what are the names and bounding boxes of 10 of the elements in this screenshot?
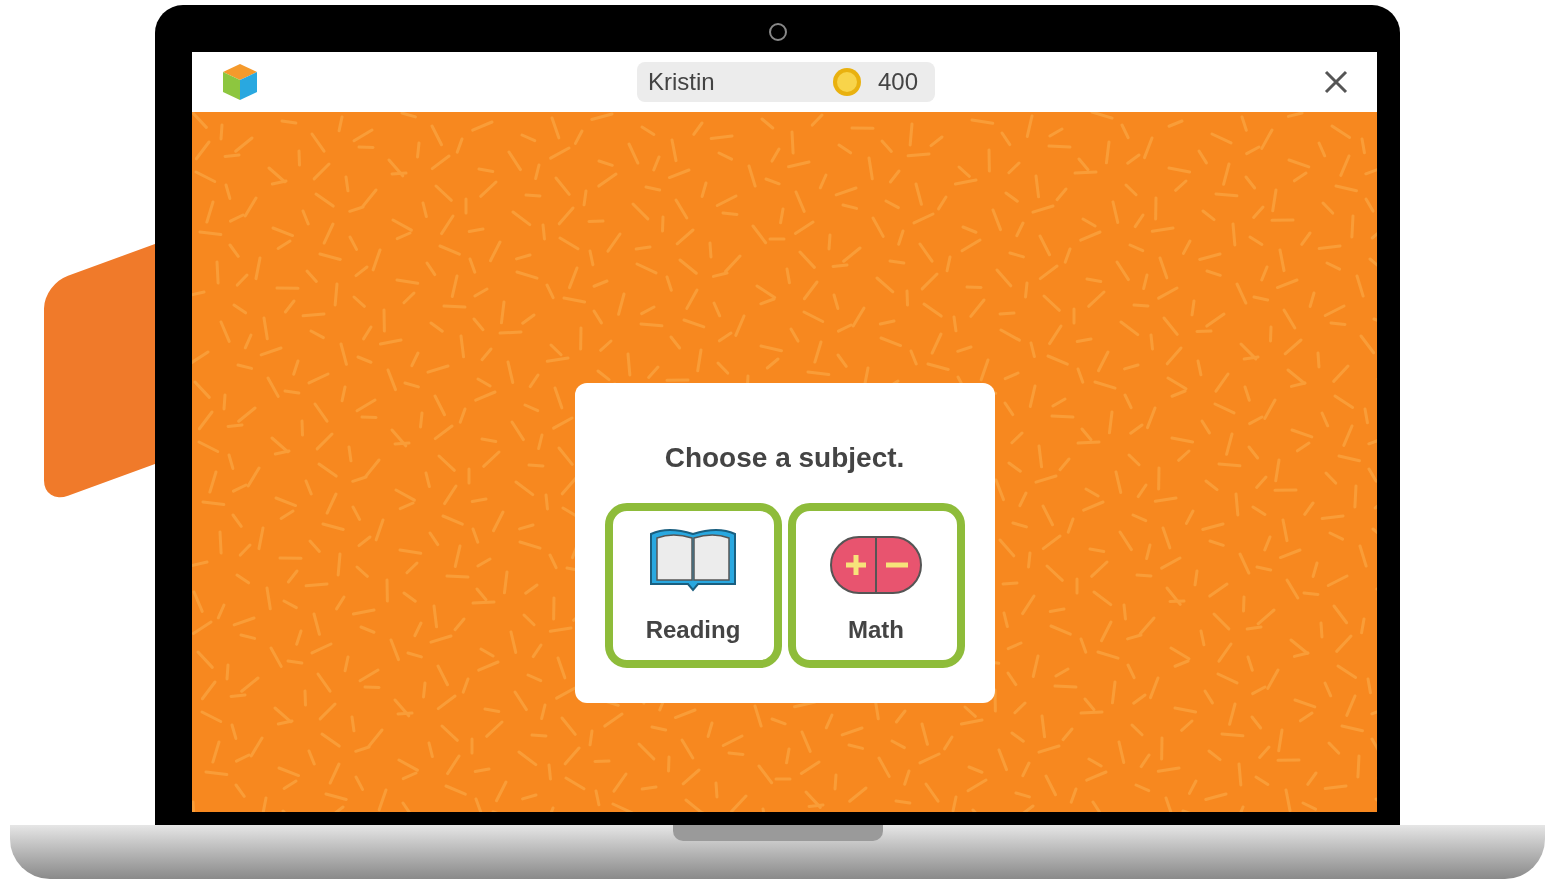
camera-icon [769, 23, 787, 41]
cube-logo-icon [222, 63, 258, 101]
plus-minus-icon [830, 536, 922, 594]
coin-count: 400 [877, 67, 918, 97]
dialog-title: Choose a subject. [664, 441, 905, 475]
coin-icon [831, 67, 862, 97]
subject-button[interactable]: Math [787, 503, 965, 668]
open-book-icon [648, 526, 738, 594]
user-name: Kristin [648, 67, 715, 97]
subject-button[interactable]: Reading [604, 503, 782, 668]
